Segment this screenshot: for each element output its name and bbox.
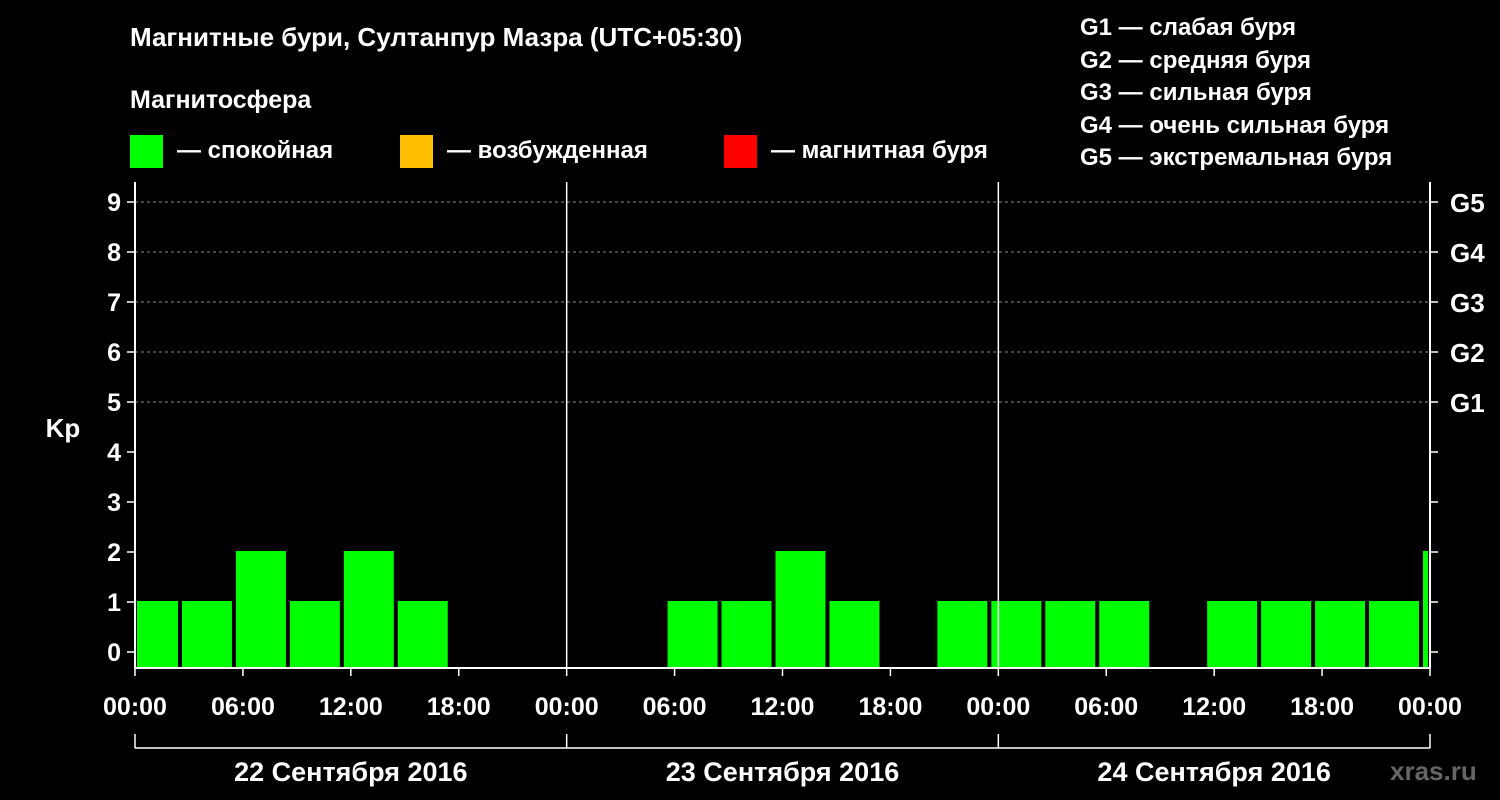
bar-12 xyxy=(775,551,826,668)
x-tick-label-0: 00:00 xyxy=(103,693,167,721)
storm-tick-label-G1: G1 xyxy=(1450,388,1485,418)
bar-23 xyxy=(1369,601,1420,668)
bar-24 xyxy=(1423,551,1428,668)
bar-15 xyxy=(937,601,988,668)
y-tick-label-9: 9 xyxy=(107,189,121,217)
bar-10 xyxy=(667,601,718,668)
storm-tick-label-G5: G5 xyxy=(1450,188,1485,218)
day-label-1: 22 Сентября 2016 xyxy=(234,757,467,787)
bar-4 xyxy=(343,551,394,668)
bar-11 xyxy=(721,601,772,668)
bar-2 xyxy=(235,551,286,668)
x-tick-label-2: 12:00 xyxy=(319,693,383,721)
bar-0 xyxy=(137,601,178,668)
storm-tick-label-G4: G4 xyxy=(1450,238,1485,268)
y-tick-label-5: 5 xyxy=(107,389,121,417)
y-tick-label-6: 6 xyxy=(107,339,121,367)
bar-13 xyxy=(829,601,880,668)
bar-17 xyxy=(1045,601,1096,668)
y-tick-label-4: 4 xyxy=(107,439,121,467)
x-tick-label-4: 00:00 xyxy=(535,693,599,721)
y-tick-label-7: 7 xyxy=(107,289,121,317)
y-tick-label-8: 8 xyxy=(107,239,121,267)
kp-chart: 0 1 2 3 4 5 6 7 8 9 G1 G2 G3 G4 G5 Kp 00:00 06:00 12:00 18:… xyxy=(46,182,1485,787)
y-tick-label-1: 1 xyxy=(107,589,121,617)
x-tick-label-7: 18:00 xyxy=(858,693,922,721)
bar-21 xyxy=(1261,601,1312,668)
bar-5 xyxy=(397,601,448,668)
bar-22 xyxy=(1315,601,1366,668)
x-tick-label-1: 06:00 xyxy=(211,693,275,721)
x-tick-label-5: 06:00 xyxy=(643,693,707,721)
y-tick-label-3: 3 xyxy=(107,489,121,517)
watermark: xras.ru xyxy=(1390,756,1477,786)
y-tick-label-2: 2 xyxy=(107,539,121,567)
bar-20 xyxy=(1207,601,1258,668)
x-tick-label-12: 00:00 xyxy=(1398,693,1462,721)
bar-3 xyxy=(289,601,340,668)
storm-tick-label-G3: G3 xyxy=(1450,288,1485,318)
y-axis-label: Kp xyxy=(46,413,81,443)
day-label-2: 23 Сентября 2016 xyxy=(666,757,899,787)
x-tick-label-3: 18:00 xyxy=(427,693,491,721)
x-tick-label-8: 00:00 xyxy=(966,693,1030,721)
x-tick-label-11: 18:00 xyxy=(1290,693,1354,721)
bar-1 xyxy=(181,601,232,668)
x-tick-label-9: 06:00 xyxy=(1074,693,1138,721)
y-tick-label-0: 0 xyxy=(107,639,121,667)
x-tick-label-6: 12:00 xyxy=(751,693,815,721)
bar-18 xyxy=(1099,601,1150,668)
x-tick-label-10: 12:00 xyxy=(1182,693,1246,721)
storm-tick-label-G2: G2 xyxy=(1450,338,1485,368)
day-label-3: 24 Сентября 2016 xyxy=(1097,757,1330,787)
